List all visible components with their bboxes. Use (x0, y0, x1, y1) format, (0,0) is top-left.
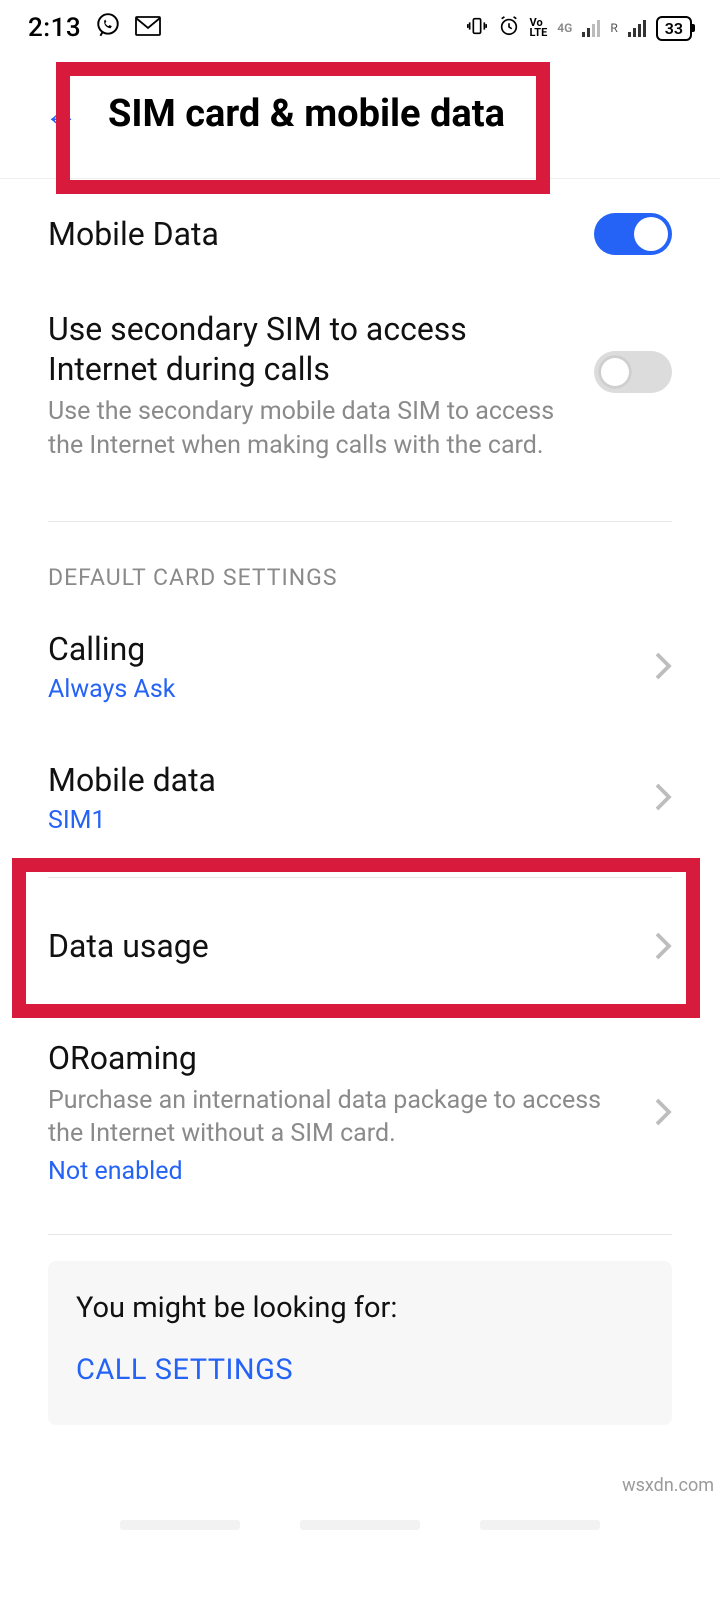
chevron-right-icon (654, 1097, 672, 1127)
nav-bar-shadow (0, 1508, 720, 1600)
gmail-icon (135, 13, 161, 43)
chevron-right-icon (654, 782, 672, 812)
roaming-indicator: R (610, 21, 617, 35)
row-secondary-sim[interactable]: Use secondary SIM to access Internet dur… (48, 289, 672, 503)
mobile-data-toggle[interactable] (594, 213, 672, 255)
oroaming-value: Not enabled (48, 1157, 638, 1186)
secondary-sim-desc: Use the secondary mobile data SIM to acc… (48, 395, 578, 463)
row-data-usage[interactable]: Data usage (48, 878, 672, 1014)
chevron-right-icon (654, 651, 672, 681)
status-bar: 2:13 VoLTE 4G R 33 (0, 0, 720, 56)
page-header: ← SIM card & mobile data (0, 56, 720, 179)
page-title: SIM card & mobile data (108, 92, 505, 136)
status-left: 2:13 (28, 12, 161, 45)
data-usage-label: Data usage (48, 926, 638, 966)
oroaming-desc: Purchase an international data package t… (48, 1084, 638, 1152)
battery-icon: 33 (656, 16, 692, 41)
volte-icon: VoLTE (530, 18, 548, 38)
watermark: wsxdn.com (622, 1475, 714, 1496)
mobile-data-label: Mobile Data (48, 214, 578, 254)
signal-2-icon (628, 20, 646, 37)
alarm-icon (498, 15, 520, 42)
signal-1-icon (582, 20, 600, 37)
suggestion-card: You might be looking for: CALL SETTINGS (48, 1261, 672, 1425)
calling-label: Calling (48, 629, 638, 669)
chevron-right-icon (654, 931, 672, 961)
suggestion-title: You might be looking for: (76, 1291, 644, 1325)
oroaming-label: ORoaming (48, 1038, 638, 1078)
mobile-data-default-value: SIM1 (48, 806, 638, 835)
row-calling[interactable]: Calling Always Ask (48, 601, 672, 732)
secondary-sim-toggle[interactable] (594, 351, 672, 393)
secondary-sim-label: Use secondary SIM to access Internet dur… (48, 309, 578, 389)
default-card-heading: DEFAULT CARD SETTINGS (48, 522, 672, 601)
status-right: VoLTE 4G R 33 (466, 15, 692, 42)
back-arrow-icon[interactable]: ← (44, 97, 78, 131)
call-settings-link[interactable]: CALL SETTINGS (76, 1353, 644, 1387)
row-mobile-data[interactable]: Mobile Data (48, 179, 672, 289)
status-clock: 2:13 (28, 13, 81, 43)
row-mobile-data-default[interactable]: Mobile data SIM1 (48, 732, 672, 863)
net-4g-icon: 4G (557, 21, 572, 35)
vibrate-icon (466, 15, 488, 42)
row-oroaming[interactable]: ORoaming Purchase an international data … (48, 1014, 672, 1217)
whatsapp-icon (95, 12, 121, 45)
mobile-data-default-label: Mobile data (48, 760, 638, 800)
calling-value: Always Ask (48, 675, 638, 704)
divider (48, 1234, 672, 1235)
